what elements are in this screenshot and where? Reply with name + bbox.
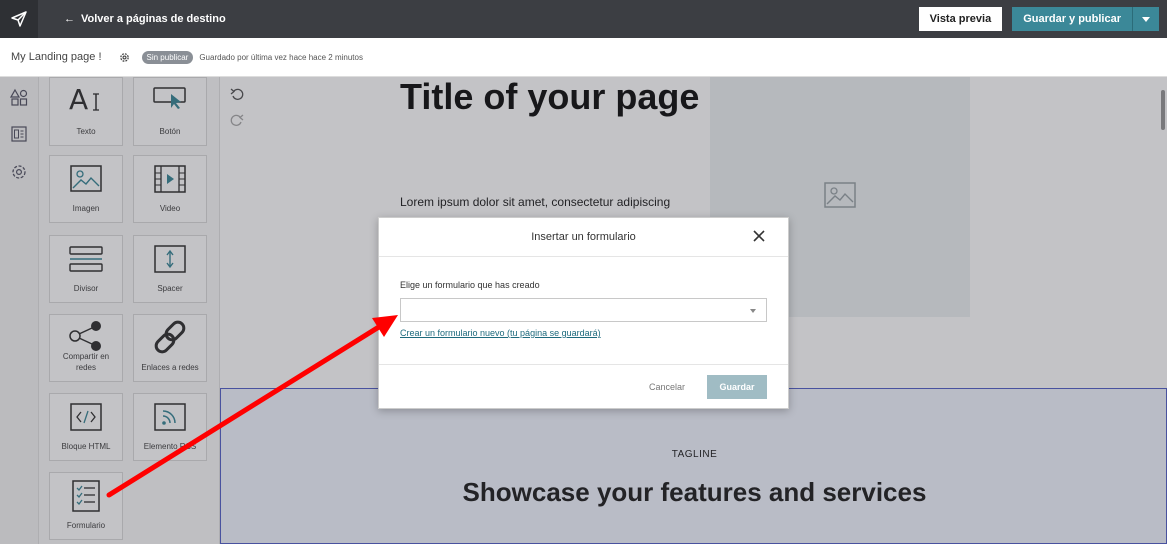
cancel-button[interactable]: Cancelar — [649, 382, 685, 392]
save-and-publish-button-group: Guardar y publicar — [1012, 7, 1159, 31]
close-icon[interactable] — [752, 229, 768, 245]
dialog-header: Insertar un formulario — [379, 218, 788, 257]
chevron-down-icon — [750, 309, 756, 313]
top-bar: ← Volver a páginas de destino Vista prev… — [0, 0, 1167, 38]
dialog-title: Insertar un formulario — [531, 231, 636, 243]
form-select[interactable] — [400, 298, 767, 322]
save-button[interactable]: Guardar — [707, 375, 767, 399]
insert-form-dialog: Insertar un formulario Elige un formular… — [378, 217, 789, 409]
publish-dropdown-caret-icon[interactable] — [1133, 7, 1159, 31]
save-and-publish-button[interactable]: Guardar y publicar — [1012, 7, 1133, 31]
dialog-body: Elige un formulario que has creado Crear… — [379, 257, 788, 365]
arrow-left-icon: ← — [64, 13, 75, 25]
page-name[interactable]: My Landing page ! — [11, 51, 102, 63]
page-settings-gear-icon[interactable] — [119, 52, 130, 63]
dialog-footer: Cancelar Guardar — [379, 365, 788, 409]
back-to-landing-pages-link[interactable]: ← Volver a páginas de destino — [64, 13, 226, 25]
send-logo-icon[interactable] — [0, 0, 38, 38]
preview-button[interactable]: Vista previa — [918, 7, 1003, 31]
back-link-label: Volver a páginas de destino — [81, 13, 226, 25]
form-select-label: Elige un formulario que has creado — [400, 280, 540, 290]
create-new-form-link[interactable]: Crear un formulario nuevo (tu página se … — [400, 328, 601, 338]
last-saved-text: Guardado por última vez hace hace 2 minu… — [199, 52, 363, 62]
status-badge: Sin publicar — [141, 50, 194, 64]
